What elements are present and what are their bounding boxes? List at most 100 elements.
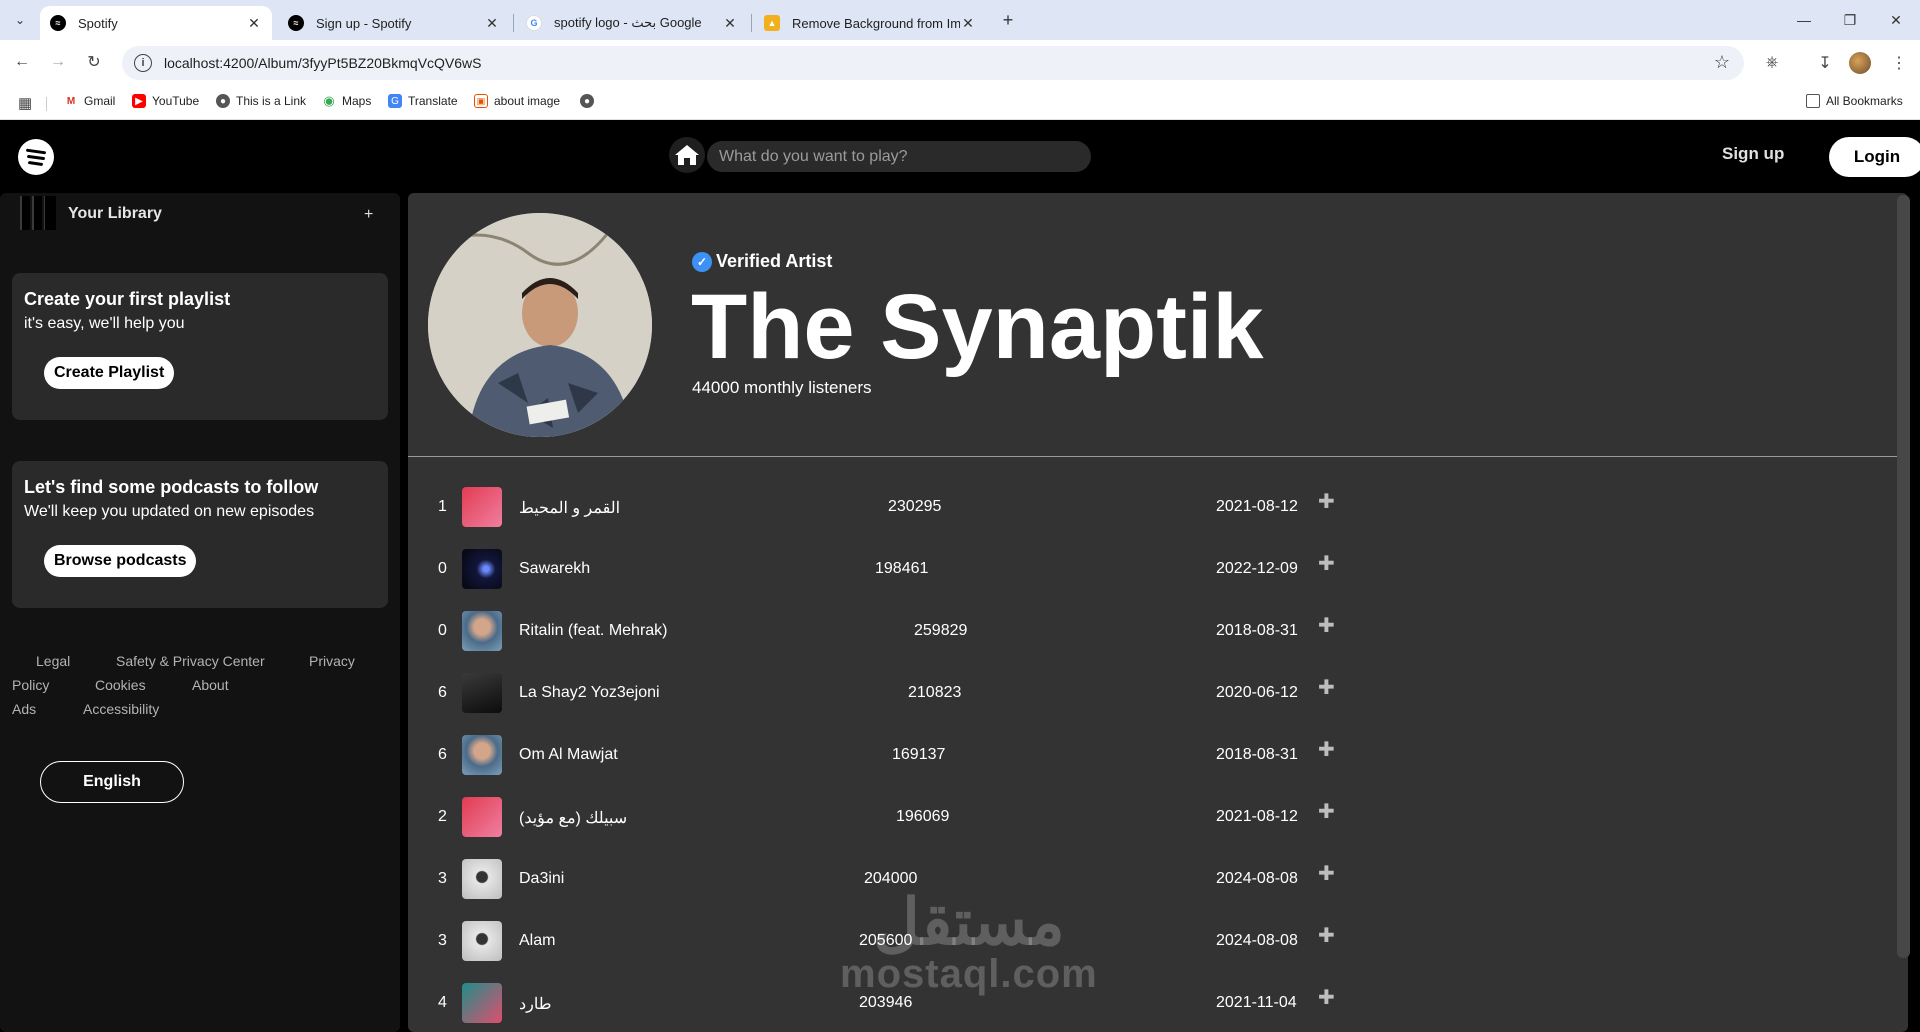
track-name[interactable]: Da3ini [519, 870, 564, 888]
track-row[interactable]: 6 Om Al Mawjat 169137 2018-08-31 ✚ [408, 731, 1708, 781]
track-name[interactable]: القمر و المحيط [519, 498, 620, 518]
kebab-menu-icon[interactable]: ⋮ [1886, 50, 1912, 76]
bookmark-youtube[interactable]: ▶ YouTube [132, 94, 199, 108]
about-link[interactable]: About [192, 677, 229, 693]
bookmark-translate[interactable]: G Translate [388, 94, 458, 108]
verified-check-icon: ✓ [692, 251, 712, 272]
removebg-icon: ▲ [764, 15, 780, 31]
bookmarks-bar: ▦ M Gmail ▶ YouTube ● This is a Link ◉ M… [0, 86, 1920, 120]
accessibility-link[interactable]: Accessibility [83, 701, 159, 717]
bookmark-label: Gmail [84, 94, 116, 108]
url-text[interactable]: localhost:4200/Album/3fyyPt5BZ20BkmqVcQV… [164, 55, 482, 71]
forward-arrow-icon[interactable]: → [46, 50, 70, 74]
safety-privacy-link[interactable]: Safety & Privacy Center [116, 653, 265, 669]
track-cover [462, 487, 502, 527]
bookmark-link[interactable]: ● This is a Link [216, 94, 306, 108]
track-cover [462, 921, 502, 961]
track-rank: 0 [438, 560, 447, 577]
card-subtitle: it's easy, we'll help you [24, 315, 185, 332]
close-icon[interactable]: ✕ [960, 15, 976, 32]
legal-link[interactable]: Legal [36, 653, 70, 669]
bookmark-gmail[interactable]: M Gmail [64, 94, 115, 108]
track-name[interactable]: Sawarekh [519, 560, 590, 578]
library-icon[interactable] [20, 196, 56, 230]
tab-search-chevron-icon[interactable]: ⌄ [8, 8, 32, 32]
track-release-date: 2021-08-12 [1216, 498, 1298, 515]
search-input[interactable] [707, 141, 1091, 172]
track-name[interactable]: طارد [519, 994, 551, 1014]
home-button[interactable] [669, 137, 705, 173]
back-arrow-icon[interactable]: ← [10, 50, 34, 74]
track-name[interactable]: La Shay2 Yoz3ejoni [519, 684, 660, 702]
language-button[interactable]: English [40, 761, 184, 803]
track-name[interactable]: Ritalin (feat. Mehrak) [519, 622, 668, 640]
close-icon[interactable]: ✕ [722, 15, 738, 32]
close-icon[interactable]: ✕ [484, 15, 500, 32]
restore-icon[interactable]: ❐ [1830, 8, 1870, 32]
browser-tab-google[interactable]: G spotify logo - بحث Google ✕ [516, 6, 748, 40]
track-release-date: 2018-08-31 [1216, 622, 1298, 639]
card-title: Create your first playlist [24, 289, 231, 309]
reload-icon[interactable]: ↻ [82, 50, 106, 74]
spotify-icon: ≈ [50, 15, 66, 31]
new-tab-plus-icon[interactable]: + [996, 8, 1020, 32]
close-icon[interactable]: ✕ [246, 15, 262, 32]
ads-link[interactable]: Ads [12, 701, 36, 717]
track-name[interactable]: Om Al Mawjat [519, 746, 618, 764]
browser-tab-removebg[interactable]: ▲ Remove Background from Imag ✕ [754, 6, 986, 40]
add-track-plus-icon[interactable]: ✚ [1318, 675, 1335, 700]
bookmark-about-image[interactable]: ▣ about image [474, 94, 560, 108]
track-plays: 230295 [888, 498, 942, 515]
browser-tabstrip: ⌄ ≈ Spotify ✕ ≈ Sign up - Spotify ✕ G sp… [0, 0, 1920, 40]
download-icon[interactable]: ↧ [1812, 50, 1838, 76]
add-track-plus-icon[interactable]: ✚ [1318, 985, 1335, 1010]
browse-podcasts-button[interactable]: Browse podcasts [44, 545, 197, 577]
track-cover [462, 673, 502, 713]
spotify-logo-icon[interactable] [18, 139, 54, 175]
browser-tab-spotify[interactable]: ≈ Spotify ✕ [40, 6, 272, 40]
policy-link[interactable]: Policy [12, 677, 49, 693]
add-track-plus-icon[interactable]: ✚ [1318, 551, 1335, 576]
login-button[interactable]: Login [1829, 137, 1920, 177]
create-playlist-button[interactable]: Create Playlist [44, 357, 175, 389]
track-plays: 210823 [908, 684, 962, 701]
main-scrollbar[interactable] [1897, 195, 1910, 958]
track-cover [462, 983, 502, 1023]
add-track-plus-icon[interactable]: ✚ [1318, 923, 1335, 948]
minimize-icon[interactable]: — [1784, 8, 1824, 32]
track-plays: 198461 [875, 560, 929, 577]
site-info-icon[interactable]: i [134, 54, 152, 72]
track-row[interactable]: 0 Sawarekh 198461 2022-12-09 ✚ [408, 545, 1708, 595]
track-row[interactable]: 1 القمر و المحيط 230295 2021-08-12 ✚ [408, 483, 1708, 533]
add-track-plus-icon[interactable]: ✚ [1318, 861, 1335, 886]
track-name[interactable]: سبيلك (مع مؤيد) [519, 808, 627, 828]
add-track-plus-icon[interactable]: ✚ [1318, 737, 1335, 762]
signup-button[interactable]: Sign up [1722, 144, 1784, 164]
track-row[interactable]: 0 Ritalin (feat. Mehrak) 259829 2018-08-31 ✚ [408, 607, 1708, 657]
add-track-plus-icon[interactable]: ✚ [1318, 489, 1335, 514]
bookmark-globe[interactable]: ● [580, 94, 600, 108]
bookmark-star-icon[interactable]: ☆ [1714, 52, 1730, 73]
track-release-date: 2018-08-31 [1216, 746, 1298, 763]
browser-tab-signup[interactable]: ≈ Sign up - Spotify ✕ [278, 6, 510, 40]
add-track-plus-icon[interactable]: ✚ [1318, 613, 1335, 638]
add-library-plus-icon[interactable]: + [364, 206, 373, 224]
bookmark-maps[interactable]: ◉ Maps [322, 93, 371, 108]
track-row[interactable]: 6 La Shay2 Yoz3ejoni 210823 2020-06-12 ✚ [408, 669, 1708, 719]
library-title[interactable]: Your Library [68, 205, 162, 223]
maps-icon: ◉ [322, 93, 336, 108]
track-release-date: 2024-08-08 [1216, 932, 1298, 949]
extensions-puzzle-icon[interactable]: ⎈ [1759, 50, 1785, 76]
add-track-plus-icon[interactable]: ✚ [1318, 799, 1335, 824]
apps-grid-icon[interactable]: ▦ [18, 94, 32, 112]
spotify-icon: ≈ [288, 15, 304, 31]
track-name[interactable]: Alam [519, 932, 555, 950]
window-close-icon[interactable]: ✕ [1876, 8, 1916, 32]
privacy-link[interactable]: Privacy [309, 653, 355, 669]
all-bookmarks[interactable]: All Bookmarks [1806, 94, 1903, 108]
track-row[interactable]: 2 سبيلك (مع مؤيد) 196069 2021-08-12 ✚ [408, 793, 1708, 843]
library-sidebar: Your Library + Create your first playlis… [0, 193, 400, 1032]
cookies-link[interactable]: Cookies [95, 677, 146, 693]
profile-avatar[interactable] [1849, 52, 1871, 74]
address-bar[interactable]: i localhost:4200/Album/3fyyPt5BZ20BkmqVc… [122, 46, 1744, 80]
